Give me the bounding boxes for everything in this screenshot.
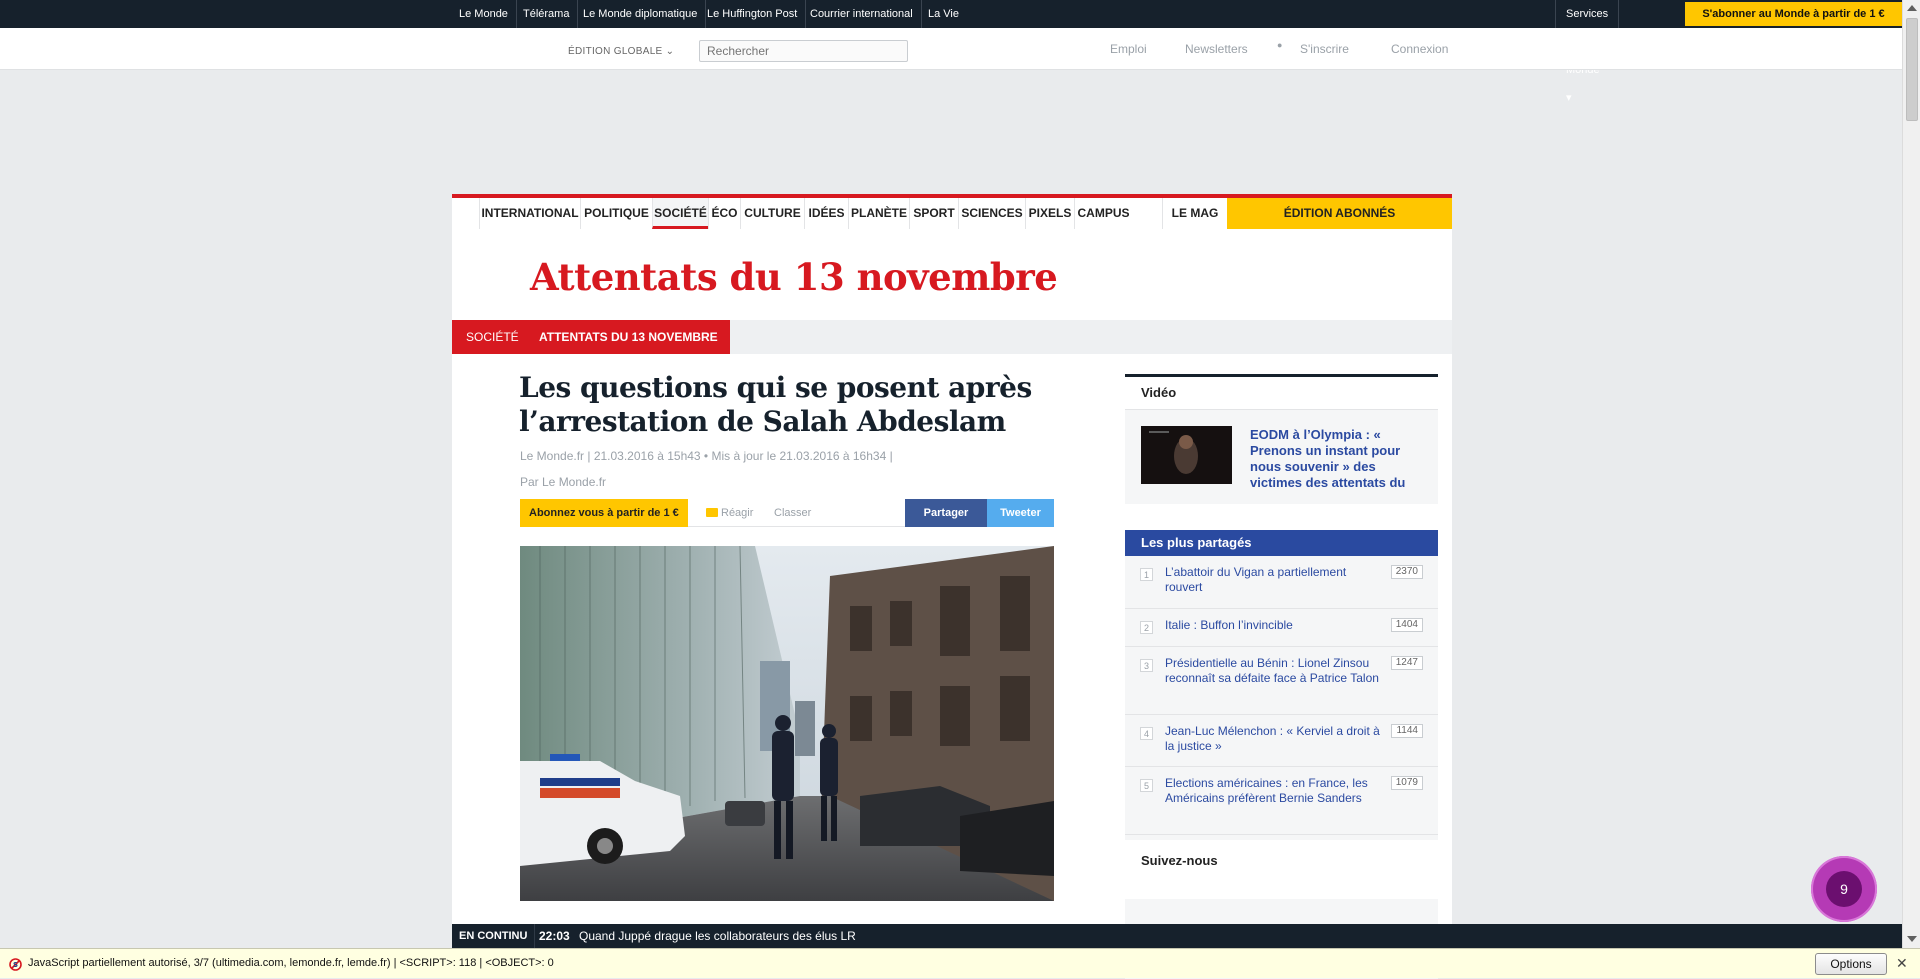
scrollbar-thumb[interactable] (1906, 18, 1918, 121)
nav-sciences[interactable]: SCIENCES (958, 198, 1025, 229)
separator-dot: ● (1277, 40, 1283, 50)
video-widget: Vidéo EODM à l’Olympia : « Prenons un in… (1125, 374, 1438, 504)
sinscrire-link[interactable]: S'inscrire (1300, 42, 1349, 56)
breadcrumb-arrow (719, 320, 729, 354)
edition-selector[interactable]: ÉDITION GLOBALE ⌄ (568, 46, 674, 57)
notification-bubble[interactable]: 9 (1811, 856, 1877, 922)
article-title: Les questions qui se posent après l’arre… (519, 371, 1032, 438)
reagir-link[interactable]: Réagir (706, 507, 753, 519)
scroll-up-arrow-icon[interactable] (1907, 5, 1917, 11)
concert-thumbnail-image (1141, 426, 1232, 484)
video-thumbnail[interactable] (1141, 426, 1232, 484)
share-count: 2370 (1390, 565, 1423, 579)
share-count: 1144 (1391, 724, 1423, 738)
share-count: 1247 (1390, 656, 1423, 670)
live-ticker-label[interactable]: EN CONTINU (452, 924, 536, 948)
close-icon[interactable]: ✕ (1896, 955, 1908, 972)
most-shared-item[interactable]: 2 Italie : Buffon l’invincible 1404 (1125, 609, 1438, 647)
nav-sport[interactable]: SPORT (909, 198, 958, 229)
search-input[interactable] (699, 40, 908, 62)
street-police-photo (520, 546, 1054, 901)
nav-eco[interactable]: ÉCO (708, 198, 740, 229)
dossier-title[interactable]: Attentats du 13 novembre (530, 255, 1058, 299)
most-shared-link[interactable]: Jean-Luc Mélenchon : « Kerviel a droit à… (1165, 724, 1385, 754)
most-shared-item[interactable]: 5 Elections américaines : en France, les… (1125, 767, 1438, 835)
nav-societe[interactable]: SOCIÉTÉ (652, 198, 708, 229)
rank-badge: 2 (1140, 621, 1153, 634)
rank-badge: 4 (1140, 727, 1153, 740)
most-shared-item[interactable]: 3 Présidentielle au Bénin : Lionel Zinso… (1125, 647, 1438, 715)
most-shared-link[interactable]: Elections américaines : en France, les A… (1165, 776, 1385, 806)
reagir-label: Réagir (721, 507, 754, 519)
most-shared-link[interactable]: L’abattoir du Vigan a partiellement rouv… (1165, 565, 1385, 595)
top-network-bar: Le Monde Télérama Le Monde diplomatique … (0, 0, 1902, 104)
nav-le-mag[interactable]: LE MAG (1162, 198, 1227, 229)
noscript-notification-bar: S JavaScript partiellement autorisé, 3/7… (0, 948, 1920, 978)
emploi-link[interactable]: Emploi (1110, 42, 1147, 56)
noscript-message: JavaScript partiellement autorisé, 3/7 (… (28, 957, 554, 969)
noscript-options-button[interactable]: Options (1815, 953, 1887, 975)
most-shared-link[interactable]: Présidentielle au Bénin : Lionel Zinsou … (1165, 656, 1385, 686)
article-photo[interactable] (520, 546, 1054, 901)
services-dropdown[interactable]: Services Le Monde ▾ (1555, 0, 1620, 104)
most-shared-heading: Les plus partagés (1125, 530, 1438, 556)
nav-campus[interactable]: CAMPUS (1074, 198, 1132, 229)
network-link-huffington[interactable]: Le Huffington Post (699, 0, 807, 28)
live-ticker: EN CONTINU 22:03 Quand Juppé drague les … (452, 924, 1902, 948)
breadcrumb-attentats[interactable]: ATTENTATS DU 13 NOVEMBRE (527, 320, 730, 354)
network-link-telerama[interactable]: Télérama (515, 0, 579, 28)
share-count: 1079 (1390, 776, 1423, 790)
video-heading: Vidéo (1125, 377, 1438, 410)
nav-culture[interactable]: CULTURE (740, 198, 804, 229)
network-link-le-monde[interactable]: Le Monde (451, 0, 517, 28)
breadcrumb-societe[interactable]: SOCIÉTÉ (452, 320, 534, 354)
article-author: Par Le Monde.fr (520, 475, 607, 489)
newsletters-link[interactable]: Newsletters (1185, 42, 1248, 56)
svg-text:S: S (13, 961, 18, 969)
classer-link[interactable]: Classer (774, 507, 811, 519)
tweet-button[interactable]: Tweeter (987, 499, 1054, 527)
network-link-courrier[interactable]: Courrier international (802, 0, 922, 28)
comment-bubble-icon (706, 508, 718, 517)
site-header: ÉDITION GLOBALE ⌄ Emploi Newsletters ● S… (0, 28, 1902, 70)
nav-politique[interactable]: POLITIQUE (580, 198, 652, 229)
article-meta: Le Monde.fr | 21.03.2016 à 15h43 • Mis à… (520, 449, 893, 463)
nav-pixels[interactable]: PIXELS (1025, 198, 1074, 229)
subscribe-button-top[interactable]: S'abonner au Monde à partir de 1 € (1685, 2, 1902, 26)
connexion-link[interactable]: Connexion (1391, 42, 1448, 56)
video-title-link[interactable]: EODM à l’Olympia : « Prenons un instant … (1250, 427, 1420, 491)
most-shared-widget: Les plus partagés 1 L’abattoir du Vigan … (1125, 530, 1438, 840)
article-toolbar: Abonnez vous à partir de 1 € Réagir Clas… (520, 499, 1054, 527)
nav-international[interactable]: INTERNATIONAL (479, 198, 580, 229)
rank-badge: 5 (1140, 779, 1153, 792)
scroll-down-arrow-icon[interactable] (1907, 936, 1917, 942)
breadcrumb: SOCIÉTÉ ATTENTATS DU 13 NOVEMBRE (452, 320, 1452, 354)
live-ticker-time: 22:03 (539, 929, 570, 943)
most-shared-link[interactable]: Italie : Buffon l’invincible (1165, 618, 1385, 633)
network-link-la-vie[interactable]: La Vie (920, 0, 967, 28)
most-shared-item[interactable]: 1 L’abattoir du Vigan a partiellement ro… (1125, 556, 1438, 609)
facebook-share-button[interactable]: Partager (905, 499, 987, 527)
share-count: 1404 (1390, 618, 1423, 632)
notification-count: 9 (1826, 871, 1862, 907)
follow-us-heading: Suivez-nous (1125, 840, 1438, 882)
section-nav: INTERNATIONAL POLITIQUE SOCIÉTÉ ÉCO CULT… (452, 194, 1452, 229)
noscript-icon: S (9, 958, 22, 971)
nav-idees[interactable]: IDÉES (804, 198, 848, 229)
rank-badge: 3 (1140, 659, 1153, 672)
abonnez-button[interactable]: Abonnez vous à partir de 1 € (520, 499, 688, 527)
live-ticker-headline[interactable]: Quand Juppé drague les collaborateurs de… (579, 924, 856, 948)
most-shared-item[interactable]: 4 Jean-Luc Mélenchon : « Kerviel a droit… (1125, 715, 1438, 767)
network-link-diplo[interactable]: Le Monde diplomatique (575, 0, 707, 28)
main-content: Attentats du 13 novembre SOCIÉTÉ ATTENTA… (452, 229, 1452, 979)
nav-planete[interactable]: PLANÈTE (848, 198, 909, 229)
vertical-scrollbar[interactable] (1902, 0, 1920, 948)
rank-badge: 1 (1140, 568, 1153, 581)
nav-edition-abonnes[interactable]: ÉDITION ABONNÉS (1227, 198, 1452, 229)
